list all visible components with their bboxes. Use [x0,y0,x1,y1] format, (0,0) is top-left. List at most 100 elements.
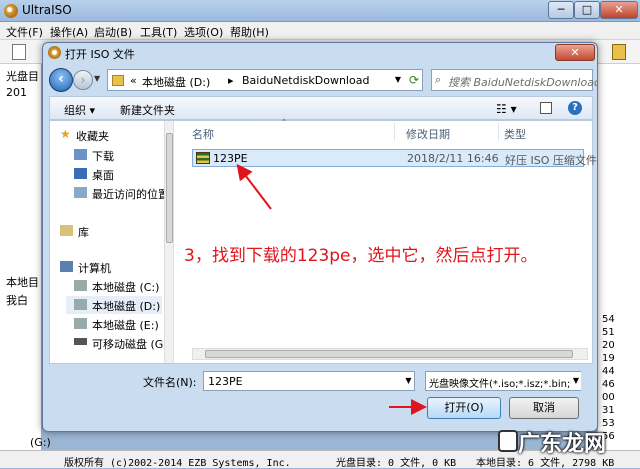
main-window-title: UltraISO [22,3,72,17]
column-separator[interactable] [394,123,395,141]
filename-input[interactable]: 123PE [203,371,415,391]
horizontal-scrollbar[interactable] [192,348,588,360]
filename-value: 123PE [208,375,243,388]
time-value: 46 [602,379,615,390]
local-dir-label: 本地目 [6,276,39,289]
time-value: 00 [602,392,615,403]
ultraiso-app-icon [4,4,18,18]
time-value: 31 [602,405,615,416]
nav-drive-e[interactable]: 本地磁盘 (E:) [92,317,159,333]
main-title-bar: UltraISO ─ □ ✕ [0,0,640,22]
nav-drive-g[interactable]: 可移动磁盘 (G:) [92,336,171,352]
folder-icon [112,75,124,86]
history-dropdown-icon[interactable]: ▼ [94,74,100,83]
menu-help[interactable]: 帮助(H) [230,24,269,40]
time-value: 54 [602,314,615,325]
drive-icon [74,299,87,310]
time-value: 51 [602,327,615,338]
status-copyright: 版权所有 (c)2002-2014 EZB Systems, Inc. [64,458,291,469]
time-value: 20 [602,340,615,351]
nav-libraries[interactable]: 库 [78,224,89,240]
toolbar-folder-icon[interactable] [612,44,626,60]
menu-options[interactable]: 选项(O) [184,24,223,40]
file-type: 好压 ISO 压缩文件 [505,154,597,167]
refresh-icon[interactable]: ⟳ [405,70,423,90]
search-placeholder: 搜索 BaiduNetdiskDownload [448,76,598,89]
drive-icon [74,280,87,291]
minimize-button[interactable]: ─ [548,1,574,19]
breadcrumb-drive-d[interactable]: 本地磁盘 (D:) [142,74,210,90]
address-dropdown-icon[interactable]: ▼ [391,70,405,90]
filename-label: 文件名(N): [143,376,197,389]
filename-dropdown-icon[interactable]: ▼ [403,372,414,390]
new-folder-button[interactable]: 新建文件夹 [120,102,175,118]
menu-action[interactable]: 操作(A) [50,24,88,40]
time-value: 19 [602,353,615,364]
search-box[interactable]: ⌕ 搜索 BaiduNetdiskDownload [431,69,597,91]
nav-drive-d[interactable]: 本地磁盘 (D:) [92,298,160,314]
breadcrumb-baidunetdisk[interactable]: BaiduNetdiskDownload [242,74,369,87]
search-icon: ⌕ [435,73,442,86]
back-arrow-icon[interactable]: ‹ [49,68,73,92]
help-icon[interactable]: ? [568,101,582,115]
maximize-button[interactable]: □ [574,1,600,19]
menu-boot[interactable]: 启动(B) [94,24,132,40]
dialog-app-icon [48,46,61,59]
view-options-icon[interactable]: ☷ ▾ [496,102,517,116]
drive-g-label[interactable]: (G:) [30,436,51,449]
nav-scroll-thumb[interactable] [166,133,173,243]
nav-computer[interactable]: 计算机 [78,260,111,276]
nav-recent-places[interactable]: 最近访问的位置 [92,186,169,202]
disc-tree-item[interactable]: 201 [6,86,27,99]
column-separator[interactable] [498,123,499,141]
hscroll-thumb[interactable] [205,350,573,358]
file-modified: 2018/2/11 16:46 [407,152,499,165]
desktop-icon [74,168,87,179]
iso-archive-icon [196,152,210,164]
dialog-body: ★ 收藏夹 下载 桌面 最近访问的位置 库 计算机 本地磁盘 (C:) 本地磁盘… [49,119,597,364]
column-modified[interactable]: 修改日期 [406,126,450,142]
breadcrumb-separator-icon[interactable]: ▸ [228,74,234,87]
drive-icon [74,318,87,329]
address-bar[interactable]: « 本地磁盘 (D:) ▸ BaiduNetdiskDownload [107,69,423,91]
nav-desktop[interactable]: 桌面 [92,167,114,183]
preview-pane-icon[interactable] [540,102,552,114]
open-button[interactable]: 打开(O) [427,397,501,419]
library-icon [60,225,73,236]
open-iso-dialog: 打开 ISO 文件 ✕ ‹ › ▼ « 本地磁盘 (D:) ▸ BaiduNet… [42,42,598,432]
menu-tools[interactable]: 工具(T) [140,24,177,40]
disc-dir-label: 光盘目 [6,70,39,83]
dialog-title: 打开 ISO 文件 [65,48,135,61]
command-bar: 组织 ▾ 新建文件夹 ☷ ▾ ? [49,96,593,120]
watermark-text: 广东龙网 [518,432,607,457]
forward-arrow-icon[interactable]: › [73,70,93,90]
close-button[interactable]: ✕ [600,1,638,19]
removable-drive-icon [74,338,87,345]
column-type[interactable]: 类型 [504,126,526,142]
new-file-icon[interactable] [12,44,26,60]
nav-scrollbar[interactable] [164,121,173,363]
favorites-star-icon: ★ [60,127,71,141]
filetype-value: 光盘映像文件(*.iso;*.isz;*.bin;* [429,379,576,390]
file-name: 123PE [213,152,248,165]
address-prefix: « [130,74,137,87]
nav-favorites[interactable]: 收藏夹 [76,128,109,144]
nav-drive-c[interactable]: 本地磁盘 (C:) [92,279,159,295]
instruction-annotation: 3，找到下载的123pe，选中它，然后点打开。 [184,246,538,266]
file-row-123pe[interactable]: 123PE 2018/2/11 16:46 好压 ISO 压缩文件 [192,149,597,167]
nav-downloads[interactable]: 下载 [92,148,114,164]
organize-button[interactable]: 组织 ▾ [64,102,95,118]
left-pane-strip: 光盘目 201 本地目 我白 (G:) [0,64,51,450]
menu-file[interactable]: 文件(F) [6,24,43,40]
cancel-button[interactable]: 取消 [509,397,579,419]
time-value: 44 [602,366,615,377]
menu-bar: 文件(F) 操作(A) 启动(B) 工具(T) 选项(O) 帮助(H) [0,22,640,40]
filetype-dropdown-icon[interactable]: ▼ [571,372,581,390]
sort-up-icon: ˄ [282,119,287,129]
recent-places-icon [74,187,87,198]
dialog-close-button[interactable]: ✕ [555,44,595,61]
local-tree-item[interactable]: 我白 [6,292,28,308]
column-name[interactable]: 名称 [192,126,214,142]
filetype-select[interactable]: 光盘映像文件(*.iso;*.isz;*.bin;* [425,371,581,391]
downloads-icon [74,149,87,160]
